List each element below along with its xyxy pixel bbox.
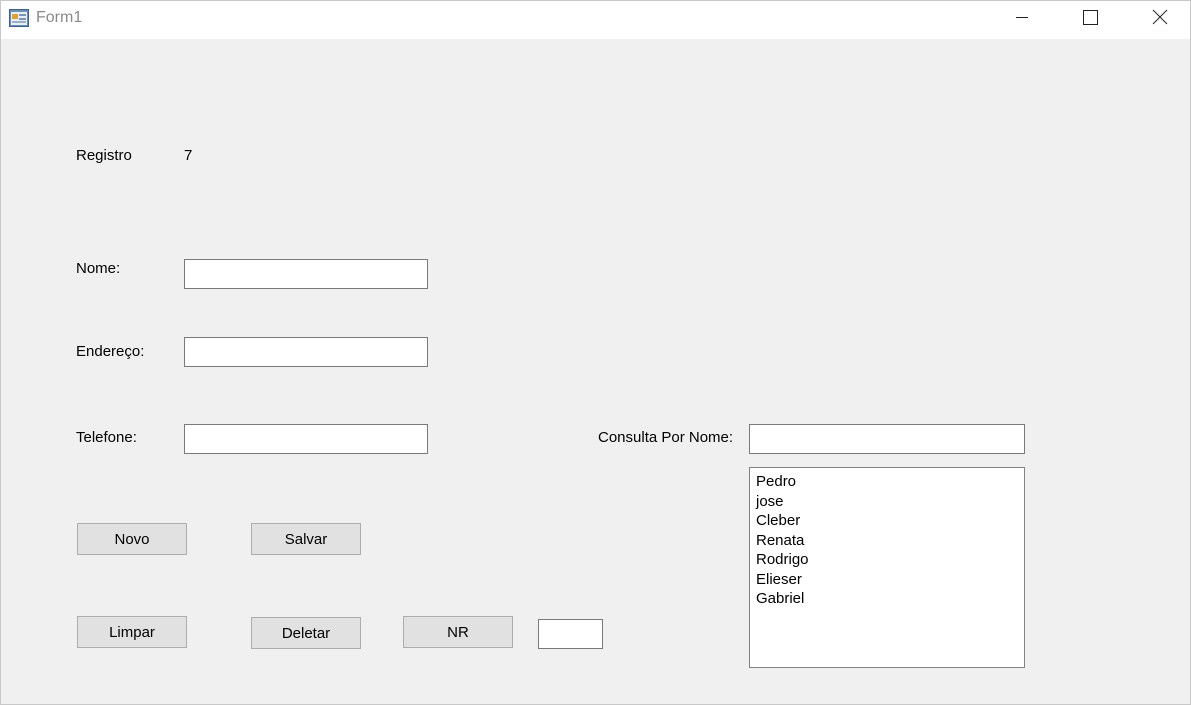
endereco-input[interactable] bbox=[184, 337, 428, 367]
minimize-button[interactable] bbox=[999, 1, 1045, 33]
minimize-icon bbox=[1014, 9, 1030, 25]
list-item[interactable]: Renata bbox=[756, 531, 1024, 551]
salvar-button[interactable]: Salvar bbox=[251, 523, 361, 555]
list-item[interactable]: Elieser bbox=[756, 570, 1024, 590]
list-item[interactable]: Cleber bbox=[756, 511, 1024, 531]
limpar-button[interactable]: Limpar bbox=[77, 616, 187, 648]
form-app-icon bbox=[9, 9, 29, 27]
list-item[interactable]: Pedro bbox=[756, 472, 1024, 492]
names-listbox[interactable]: Pedro jose Cleber Renata Rodrigo Elieser… bbox=[749, 467, 1025, 668]
nome-label: Nome: bbox=[76, 260, 121, 277]
form1-window: Form1 Registro 7 Nome: Endereço: Telefon… bbox=[0, 0, 1191, 705]
maximize-icon bbox=[1082, 9, 1098, 25]
registro-label: Registro bbox=[76, 147, 132, 164]
list-item[interactable]: Rodrigo bbox=[756, 550, 1024, 570]
registro-value: 7 bbox=[184, 147, 193, 164]
list-item[interactable]: Gabriel bbox=[756, 589, 1024, 609]
close-button[interactable] bbox=[1137, 1, 1183, 33]
window-title: Form1 bbox=[36, 9, 83, 26]
consulta-por-nome-label: Consulta Por Nome: bbox=[598, 429, 734, 446]
deletar-button[interactable]: Deletar bbox=[251, 617, 361, 649]
nr-input[interactable] bbox=[538, 619, 603, 649]
endereco-label: Endereço: bbox=[76, 343, 145, 360]
nome-input[interactable] bbox=[184, 259, 428, 289]
telefone-input[interactable] bbox=[184, 424, 428, 454]
maximize-button[interactable] bbox=[1067, 1, 1113, 33]
title-bar[interactable]: Form1 bbox=[1, 1, 1190, 39]
close-icon bbox=[1152, 9, 1168, 25]
form-client-area: Registro 7 Nome: Endereço: Telefone: Con… bbox=[1, 39, 1190, 704]
novo-button[interactable]: Novo bbox=[77, 523, 187, 555]
telefone-label: Telefone: bbox=[76, 429, 137, 446]
nr-button[interactable]: NR bbox=[403, 616, 513, 648]
list-item[interactable]: jose bbox=[756, 492, 1024, 512]
consulta-por-nome-input[interactable] bbox=[749, 424, 1025, 454]
